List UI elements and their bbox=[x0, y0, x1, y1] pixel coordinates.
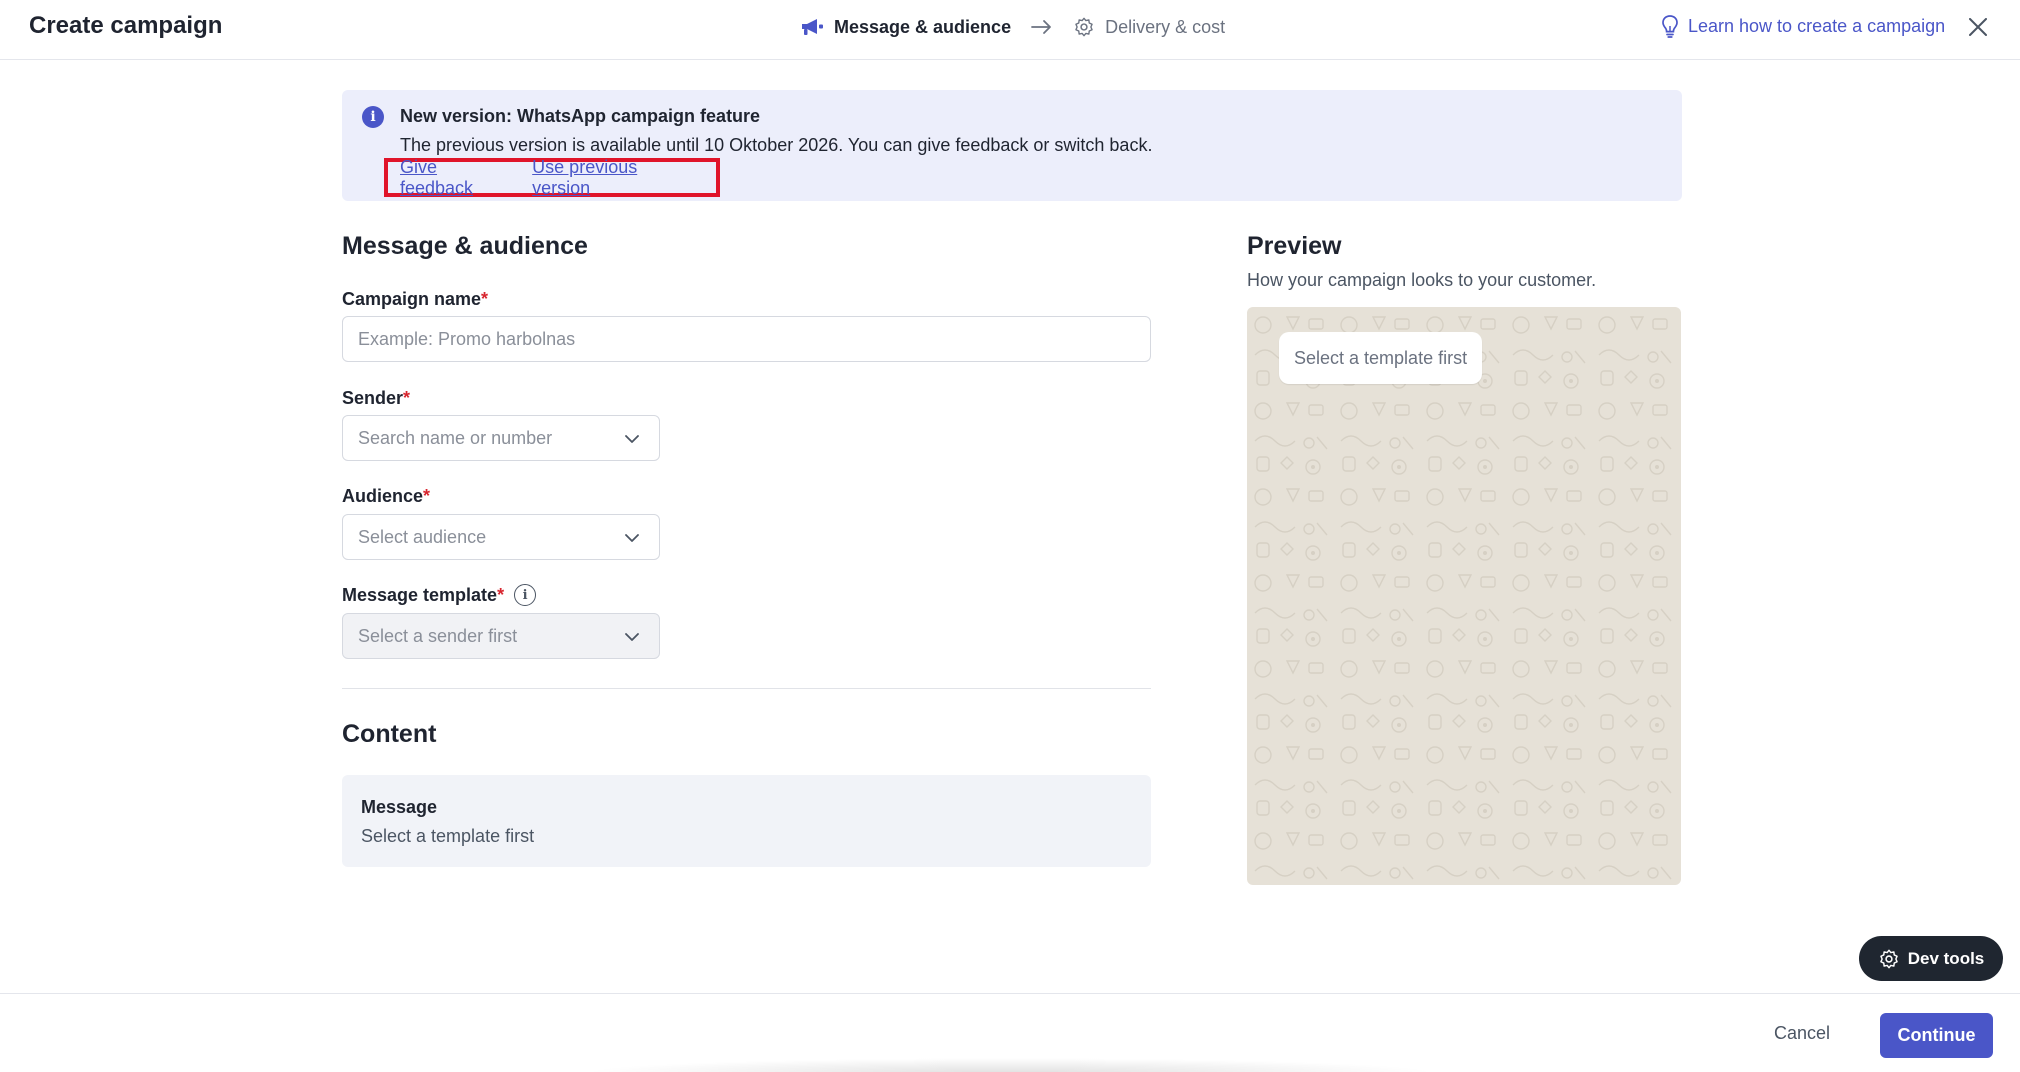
chat-preview: Select a template first bbox=[1247, 307, 1681, 885]
required-mark: * bbox=[403, 388, 411, 408]
gear-icon bbox=[1879, 949, 1898, 968]
message-title: Message bbox=[361, 797, 438, 817]
template-placeholder: Select a sender first bbox=[358, 625, 518, 646]
message-template-label: Message template * i bbox=[342, 584, 537, 606]
close-button[interactable] bbox=[1965, 14, 1991, 40]
stepper: Message & audience Delivery & cost bbox=[800, 14, 1225, 40]
sender-label: Sender * bbox=[342, 388, 410, 409]
banner-text: The previous version is available until … bbox=[400, 135, 1153, 155]
close-icon bbox=[1969, 18, 1987, 36]
lightbulb-icon bbox=[1662, 15, 1678, 38]
required-mark: * bbox=[423, 486, 431, 506]
campaign-name-label: Campaign name * bbox=[342, 289, 488, 310]
info-icon: i bbox=[362, 106, 384, 128]
dev-tools-label: Dev tools bbox=[1907, 948, 1985, 968]
chat-wallpaper-pattern bbox=[1247, 307, 1681, 885]
required-mark: * bbox=[481, 289, 489, 309]
audience-select[interactable]: Select audience bbox=[342, 514, 660, 560]
banner-links-highlight: Give feedback Use previous version bbox=[384, 157, 720, 199]
label-text: Audience bbox=[342, 486, 424, 506]
top-bar: Create campaign Message & audience Deliv… bbox=[0, 0, 2020, 60]
message-card: Message Select a template first bbox=[342, 775, 1151, 867]
audience-placeholder: Select audience bbox=[358, 526, 487, 547]
label-text: Campaign name bbox=[342, 289, 482, 309]
preview-message-bubble: Select a template first bbox=[1279, 332, 1483, 384]
preview-subtitle: How your campaign looks to your customer… bbox=[1247, 270, 1597, 290]
give-feedback-link[interactable]: Give feedback bbox=[400, 157, 512, 199]
continue-button[interactable]: Continue bbox=[1880, 1013, 1993, 1058]
page-title: Create campaign bbox=[29, 12, 223, 39]
step-delivery-cost[interactable]: Delivery & cost bbox=[1073, 16, 1225, 38]
chevron-down-icon bbox=[625, 633, 639, 641]
arrow-right-icon bbox=[1031, 19, 1053, 35]
label-text: Sender bbox=[342, 388, 404, 408]
audience-label: Audience * bbox=[342, 486, 430, 507]
section-title-content: Content bbox=[342, 720, 437, 748]
use-previous-version-link[interactable]: Use previous version bbox=[532, 157, 696, 199]
sender-select[interactable]: Search name or number bbox=[342, 415, 660, 461]
campaign-name-placeholder: Example: Promo harbolnas bbox=[358, 328, 576, 349]
info-icon[interactable]: i bbox=[514, 584, 537, 606]
info-banner: i New version: WhatsApp campaign feature… bbox=[342, 90, 1682, 201]
campaign-name-input[interactable]: Example: Promo harbolnas bbox=[342, 316, 1151, 362]
dev-tools-button[interactable]: Dev tools bbox=[1859, 936, 2003, 981]
message-subtitle: Select a template first bbox=[361, 826, 535, 846]
label-text: Message template bbox=[342, 584, 498, 605]
step-label: Delivery & cost bbox=[1105, 16, 1226, 37]
sender-placeholder: Search name or number bbox=[358, 427, 553, 448]
cancel-button[interactable]: Cancel bbox=[1774, 1023, 1830, 1044]
chevron-down-icon bbox=[625, 534, 639, 542]
chevron-down-icon bbox=[625, 435, 639, 443]
learn-link-label: Learn how to create a campaign bbox=[1688, 15, 1946, 36]
megaphone-icon bbox=[802, 19, 823, 35]
preview-title: Preview bbox=[1247, 232, 1342, 260]
step-message-audience[interactable]: Message & audience bbox=[800, 17, 1011, 38]
message-template-select: Select a sender first bbox=[342, 613, 660, 659]
required-mark: * bbox=[497, 584, 505, 605]
gear-icon bbox=[1075, 17, 1093, 37]
section-divider bbox=[342, 688, 1151, 689]
learn-how-link[interactable]: Learn how to create a campaign bbox=[1660, 14, 1945, 38]
step-label: Message & audience bbox=[834, 16, 1012, 37]
section-title-message-audience: Message & audience bbox=[342, 232, 588, 260]
banner-title: New version: WhatsApp campaign feature bbox=[400, 106, 761, 126]
